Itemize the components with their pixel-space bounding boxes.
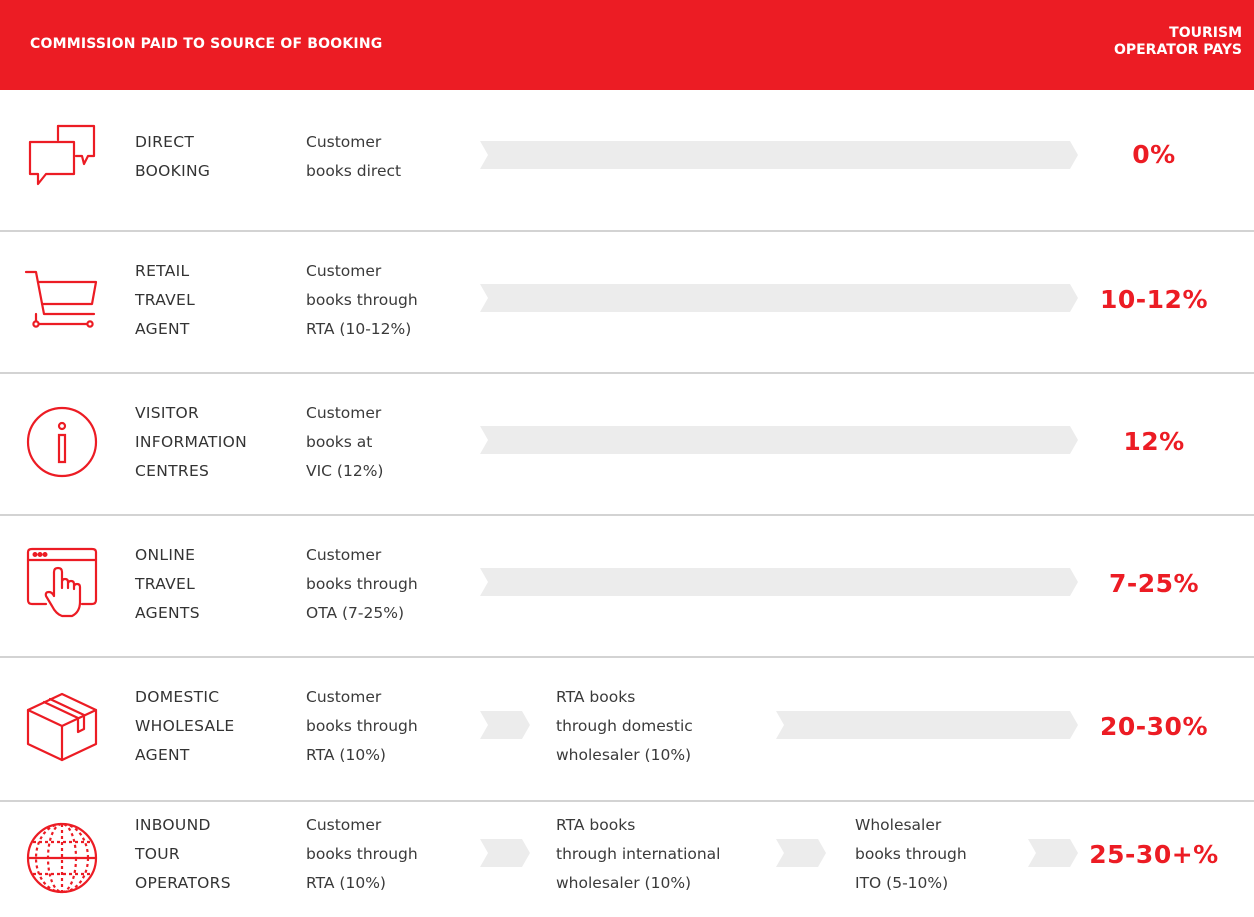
step-line: books through xyxy=(855,845,967,863)
booking-row-visitor-information-centres: VISITOR INFORMATION CENTRES Customer boo… xyxy=(0,374,1254,514)
source-label: DOMESTIC WHOLESALE AGENT xyxy=(135,683,300,770)
flow-arrow xyxy=(776,711,1078,739)
source-label: INBOUND TOUR OPERATORS xyxy=(135,811,300,898)
step-line: RTA (10%) xyxy=(306,874,386,892)
step-line: books through xyxy=(306,291,418,309)
step-line: Customer xyxy=(306,262,382,280)
browser-click-icon xyxy=(24,546,100,622)
source-line: DOMESTIC xyxy=(135,688,220,706)
source-line: TRAVEL xyxy=(135,575,196,593)
source-line: DIRECT xyxy=(135,133,195,151)
step-line: through domestic xyxy=(556,717,693,735)
step-line: Customer xyxy=(306,546,382,564)
booking-step: RTA books through international wholesal… xyxy=(556,811,721,898)
step-line: Wholesaler xyxy=(855,816,942,834)
source-line: TRAVEL xyxy=(135,291,196,309)
source-line: TOUR xyxy=(135,845,180,863)
source-line: RETAIL xyxy=(135,262,190,280)
source-label: DIRECT BOOKING xyxy=(135,128,300,186)
flow-arrow xyxy=(480,284,1078,312)
source-label: ONLINE TRAVEL AGENTS xyxy=(135,541,300,628)
step-line: Customer xyxy=(306,816,382,834)
header-pays-line-1: TOURISM xyxy=(1169,25,1242,41)
commission-percent: 20-30% xyxy=(1099,712,1208,741)
package-box-icon xyxy=(24,688,100,764)
step-line: RTA (10%) xyxy=(306,746,386,764)
source-line: VISITOR xyxy=(135,404,200,422)
step-line: books through xyxy=(306,845,418,863)
source-line: INBOUND xyxy=(135,816,211,834)
commission-percent: 10-12% xyxy=(1099,285,1208,314)
step-line: RTA books xyxy=(556,688,636,706)
flow-arrow xyxy=(480,568,1078,596)
step-line: wholesaler (10%) xyxy=(556,746,692,764)
booking-step: Customer books through RTA (10%) xyxy=(306,811,418,898)
booking-step: Customer books through RTA (10%) xyxy=(306,683,418,770)
source-label: RETAIL TRAVEL AGENT xyxy=(135,257,300,344)
step-line: wholesaler (10%) xyxy=(556,874,692,892)
source-line: OPERATORS xyxy=(135,874,231,892)
shopping-cart-icon xyxy=(24,262,100,338)
flow-arrow xyxy=(1028,839,1078,867)
step-line: Customer xyxy=(306,133,382,151)
commission-percent: 7-25% xyxy=(1108,569,1200,598)
step-line: RTA (10-12%) xyxy=(306,320,412,338)
booking-step: Wholesaler books through ITO (5-10%) xyxy=(855,811,967,898)
flow-arrow xyxy=(480,711,530,739)
chat-bubbles-icon xyxy=(24,120,100,196)
globe-icon xyxy=(24,820,100,896)
step-line: Customer xyxy=(306,688,382,706)
source-line: ONLINE xyxy=(135,546,196,564)
step-line: Customer xyxy=(306,404,382,422)
booking-step: Customer books direct xyxy=(306,128,401,186)
flow-arrow xyxy=(480,141,1078,169)
step-line: books at xyxy=(306,433,373,451)
booking-step: Customer books through RTA (10-12%) xyxy=(306,257,418,344)
source-line: WHOLESALE xyxy=(135,717,235,735)
table-header: COMMISSION PAID TO SOURCE OF BOOKING TOU… xyxy=(0,0,1254,90)
source-line: AGENT xyxy=(135,746,190,764)
source-line: INFORMATION xyxy=(135,433,247,451)
commission-percent: 12% xyxy=(1123,427,1185,456)
step-line: books through xyxy=(306,717,418,735)
source-line: CENTRES xyxy=(135,462,210,480)
source-line: AGENT xyxy=(135,320,190,338)
step-line: VIC (12%) xyxy=(306,462,384,480)
booking-row-retail-travel-agent: RETAIL TRAVEL AGENT Customer books throu… xyxy=(0,232,1254,372)
step-line: through international xyxy=(556,845,721,863)
source-line: AGENTS xyxy=(135,604,200,622)
commission-percent: 0% xyxy=(1132,140,1176,169)
booking-row-domestic-wholesale-agent: DOMESTIC WHOLESALE AGENT Customer books … xyxy=(0,658,1254,800)
source-line: BOOKING xyxy=(135,162,211,180)
step-line: books through xyxy=(306,575,418,593)
flow-arrow xyxy=(480,426,1078,454)
step-line: RTA books xyxy=(556,816,636,834)
booking-step: RTA books through domestic wholesaler (1… xyxy=(556,683,693,770)
booking-row-inbound-tour-operators: INBOUND TOUR OPERATORS Customer books th… xyxy=(0,802,1254,917)
step-line: books direct xyxy=(306,162,402,180)
flow-arrow xyxy=(776,839,826,867)
booking-step: Customer books through OTA (7-25%) xyxy=(306,541,418,628)
source-label: VISITOR INFORMATION CENTRES xyxy=(135,399,300,486)
commission-percent: 25-30+% xyxy=(1089,840,1219,869)
booking-row-direct: DIRECT BOOKING Customer books direct 0% xyxy=(0,90,1254,230)
header-pays-line-2: OPERATOR PAYS xyxy=(1113,42,1242,58)
flow-arrow xyxy=(480,839,530,867)
booking-row-online-travel-agents: ONLINE TRAVEL AGENTS Customer books thro… xyxy=(0,516,1254,656)
booking-step: Customer books at VIC (12%) xyxy=(306,399,383,486)
info-icon xyxy=(24,404,100,480)
header-operator-pays: TOURISM OPERATOR PAYS xyxy=(1092,25,1242,59)
step-line: ITO (5-10%) xyxy=(855,874,949,892)
header-title: COMMISSION PAID TO SOURCE OF BOOKING xyxy=(30,36,383,52)
step-line: OTA (7-25%) xyxy=(306,604,404,622)
